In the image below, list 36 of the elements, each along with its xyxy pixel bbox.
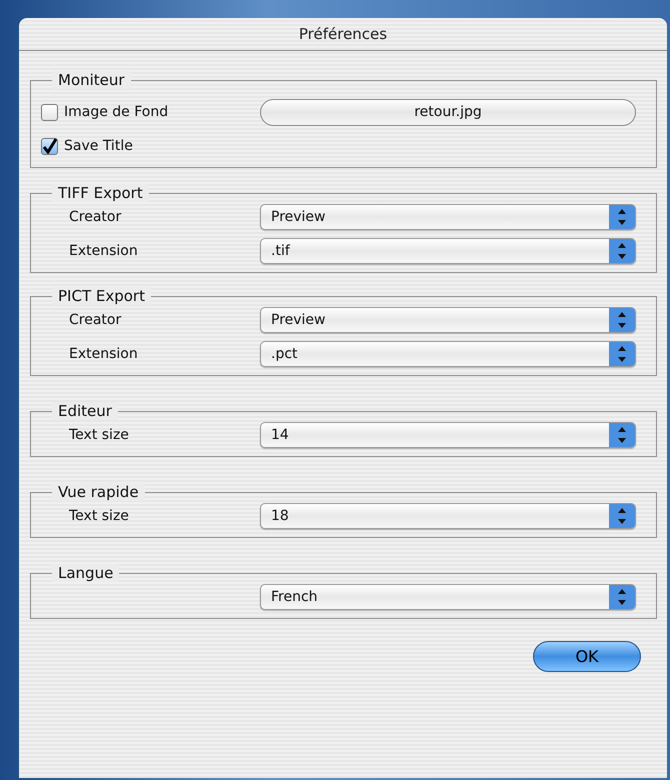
group-title: TIFF Export: [52, 184, 149, 202]
popup-menu[interactable]: .tif: [260, 238, 636, 264]
updown-arrows-icon: [609, 205, 635, 229]
checkbox-label: Image de Fond: [64, 104, 168, 120]
checkbox-box[interactable]: [41, 104, 58, 120]
popup-menu[interactable]: 18: [260, 503, 636, 529]
file-button[interactable]: retour.jpg: [260, 98, 636, 126]
popup-menu[interactable]: Preview: [260, 307, 636, 333]
checkbox-box[interactable]: [41, 138, 58, 154]
checkbox[interactable]: Save Title: [41, 138, 260, 154]
field-label: Extension: [68, 346, 139, 362]
ok-button[interactable]: OK: [533, 641, 641, 672]
checkbox[interactable]: Image de Fond: [41, 104, 260, 120]
field-label: Extension: [68, 243, 139, 259]
field-label: Creator: [68, 312, 122, 328]
group-title: Moniteur: [52, 71, 131, 89]
popup-menu[interactable]: French: [260, 584, 636, 610]
updown-arrows-icon: [609, 308, 635, 332]
checkbox-label: Save Title: [64, 138, 133, 154]
popup-menu[interactable]: Preview: [260, 204, 636, 230]
popup-menu[interactable]: 14: [260, 422, 636, 448]
updown-arrows-icon: [609, 585, 635, 609]
updown-arrows-icon: [609, 239, 635, 263]
updown-arrows-icon: [609, 504, 635, 528]
popup-menu[interactable]: .pct: [260, 341, 636, 367]
checkmark-icon: [42, 138, 56, 154]
group-title: PICT Export: [52, 287, 151, 305]
updown-arrows-icon: [609, 423, 635, 447]
field-label: Text size: [68, 508, 130, 524]
field-label: Text size: [68, 427, 130, 443]
updown-arrows-icon: [609, 342, 635, 366]
group-title: Vue rapide: [52, 483, 145, 501]
group-title: Editeur: [52, 402, 118, 420]
field-label: Creator: [68, 209, 122, 225]
group-title: Langue: [52, 564, 120, 582]
window-title: Préférences: [298, 25, 388, 43]
